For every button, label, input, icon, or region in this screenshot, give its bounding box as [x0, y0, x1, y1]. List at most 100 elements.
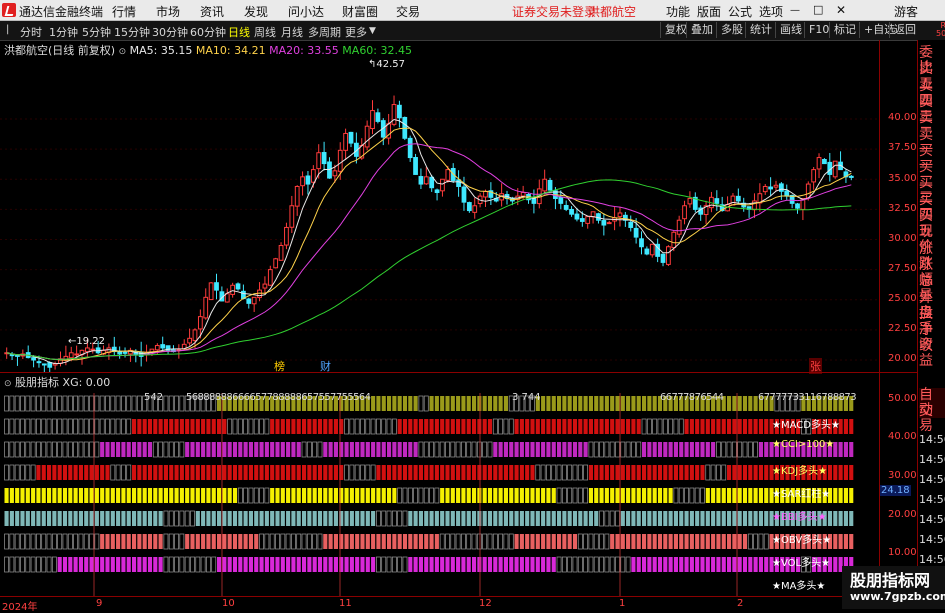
candle-body[interactable] — [316, 152, 322, 170]
candle-body[interactable] — [418, 176, 424, 185]
candle-body[interactable] — [9, 354, 15, 357]
candle-body[interactable] — [649, 243, 655, 256]
candle-body[interactable] — [74, 353, 80, 356]
candle-body[interactable] — [628, 221, 634, 228]
candle-body[interactable] — [337, 149, 343, 172]
candle-body[interactable] — [289, 205, 295, 228]
candle-body[interactable] — [574, 213, 580, 220]
candle-body[interactable] — [644, 248, 650, 255]
candle-body[interactable] — [520, 192, 526, 197]
candle-body[interactable] — [483, 190, 488, 198]
candle-body[interactable] — [413, 157, 418, 175]
candle-body[interactable] — [192, 329, 198, 342]
candle-body[interactable] — [811, 169, 817, 183]
menu-news[interactable]: 资讯 — [200, 3, 224, 20]
candle-body[interactable] — [332, 170, 338, 177]
candle-body[interactable] — [370, 110, 375, 130]
candle-body[interactable] — [795, 203, 800, 209]
candle-body[interactable] — [262, 283, 268, 289]
candle-body[interactable] — [208, 282, 214, 301]
candle-body[interactable] — [391, 104, 397, 125]
candle-body[interactable] — [251, 296, 257, 305]
candle-body[interactable] — [569, 208, 574, 215]
candle-body[interactable] — [284, 226, 289, 246]
menu-quotes[interactable]: 行情 — [112, 3, 136, 20]
candle-body[interactable] — [585, 216, 591, 224]
candle-body[interactable] — [762, 185, 768, 193]
candle-body[interactable] — [735, 195, 741, 202]
menu-layout[interactable]: 版面 — [697, 3, 721, 20]
candle-body[interactable] — [542, 178, 548, 192]
period-tab-15min[interactable]: 15分钟 — [114, 24, 150, 40]
candle-body[interactable] — [633, 227, 639, 238]
candle-body[interactable] — [714, 198, 720, 204]
candle-body[interactable] — [579, 218, 585, 222]
period-tab-monthly[interactable]: 月线 — [281, 24, 303, 40]
menu-market[interactable]: 市场 — [156, 3, 180, 20]
stats-button[interactable]: 统计 — [745, 22, 772, 38]
candle-body[interactable] — [343, 132, 348, 151]
candle-body[interactable] — [224, 293, 230, 303]
candle-body[interactable] — [273, 258, 279, 269]
period-tab-30min[interactable]: 30分钟 — [152, 24, 188, 40]
minimize-icon[interactable]: — — [790, 5, 800, 16]
candle-body[interactable] — [246, 298, 252, 304]
period-tab-more[interactable]: 更多 — [345, 24, 367, 40]
candle-body[interactable] — [752, 200, 757, 211]
candle-body[interactable] — [784, 190, 790, 197]
candle-body[interactable] — [90, 348, 96, 351]
candle-body[interactable] — [558, 196, 564, 204]
candle-body[interactable] — [230, 284, 236, 295]
candle-body[interactable] — [676, 219, 682, 235]
adjust-button[interactable]: 复权 — [660, 22, 687, 38]
candle-body[interactable] — [730, 195, 736, 206]
side-item-18[interactable]: 收益 — [919, 339, 945, 369]
period-tab-daily[interactable]: 日线 — [228, 24, 250, 40]
candle-body[interactable] — [15, 354, 20, 357]
candle-body[interactable] — [563, 205, 569, 210]
candle-body[interactable] — [456, 179, 461, 187]
candle-body[interactable] — [601, 220, 607, 226]
candle-body[interactable] — [848, 175, 854, 178]
chevron-down-icon[interactable]: ▼ — [369, 26, 376, 36]
candle-body[interactable] — [160, 344, 166, 349]
candle-body[interactable] — [47, 362, 53, 368]
candle-body[interactable] — [671, 231, 677, 249]
candle-body[interactable] — [294, 185, 300, 207]
menu-options[interactable]: 选项 — [759, 3, 783, 20]
menu-formula[interactable]: 公式 — [728, 3, 752, 20]
candle-body[interactable] — [832, 160, 838, 178]
period-tab-1min[interactable]: 1分钟 — [49, 24, 78, 40]
indicator-settings-icon[interactable]: ⊙ — [4, 379, 12, 389]
candle-body[interactable] — [348, 131, 354, 144]
period-tab-60min[interactable]: 60分钟 — [190, 24, 226, 40]
candle-body[interactable] — [214, 282, 219, 291]
candle-body[interactable] — [407, 137, 413, 159]
candle-body[interactable] — [41, 363, 47, 366]
candle-body[interactable] — [596, 213, 601, 221]
login-notice[interactable]: 证券交易未登录 — [512, 3, 596, 20]
candle-body[interactable] — [429, 176, 435, 189]
candle-body[interactable] — [547, 179, 553, 191]
candle-body[interactable] — [36, 361, 42, 364]
mark-button[interactable]: 标记 — [829, 22, 856, 38]
candle-body[interactable] — [154, 345, 160, 351]
f10-button[interactable]: F10 — [804, 22, 829, 38]
candle-body[interactable] — [617, 212, 623, 218]
candle-body[interactable] — [305, 175, 311, 185]
period-tab-weekly[interactable]: 周线 — [254, 24, 276, 40]
candle-body[interactable] — [68, 352, 74, 359]
candle-body[interactable] — [660, 253, 666, 263]
candle-body[interactable] — [187, 337, 192, 344]
candle-body[interactable] — [768, 186, 773, 190]
candle-body[interactable] — [445, 169, 451, 181]
candle-body[interactable] — [682, 205, 687, 220]
menu-trade[interactable]: 交易 — [396, 3, 420, 20]
multi-stock-button[interactable]: 多股 — [716, 22, 743, 38]
overlay-button[interactable]: 叠加 — [686, 22, 713, 38]
candle-body[interactable] — [375, 112, 381, 122]
candle-body[interactable] — [440, 178, 445, 192]
candle-body[interactable] — [31, 357, 36, 361]
menu-wealth-circle[interactable]: 财富圈 — [342, 3, 378, 20]
candle-body[interactable] — [466, 202, 472, 212]
